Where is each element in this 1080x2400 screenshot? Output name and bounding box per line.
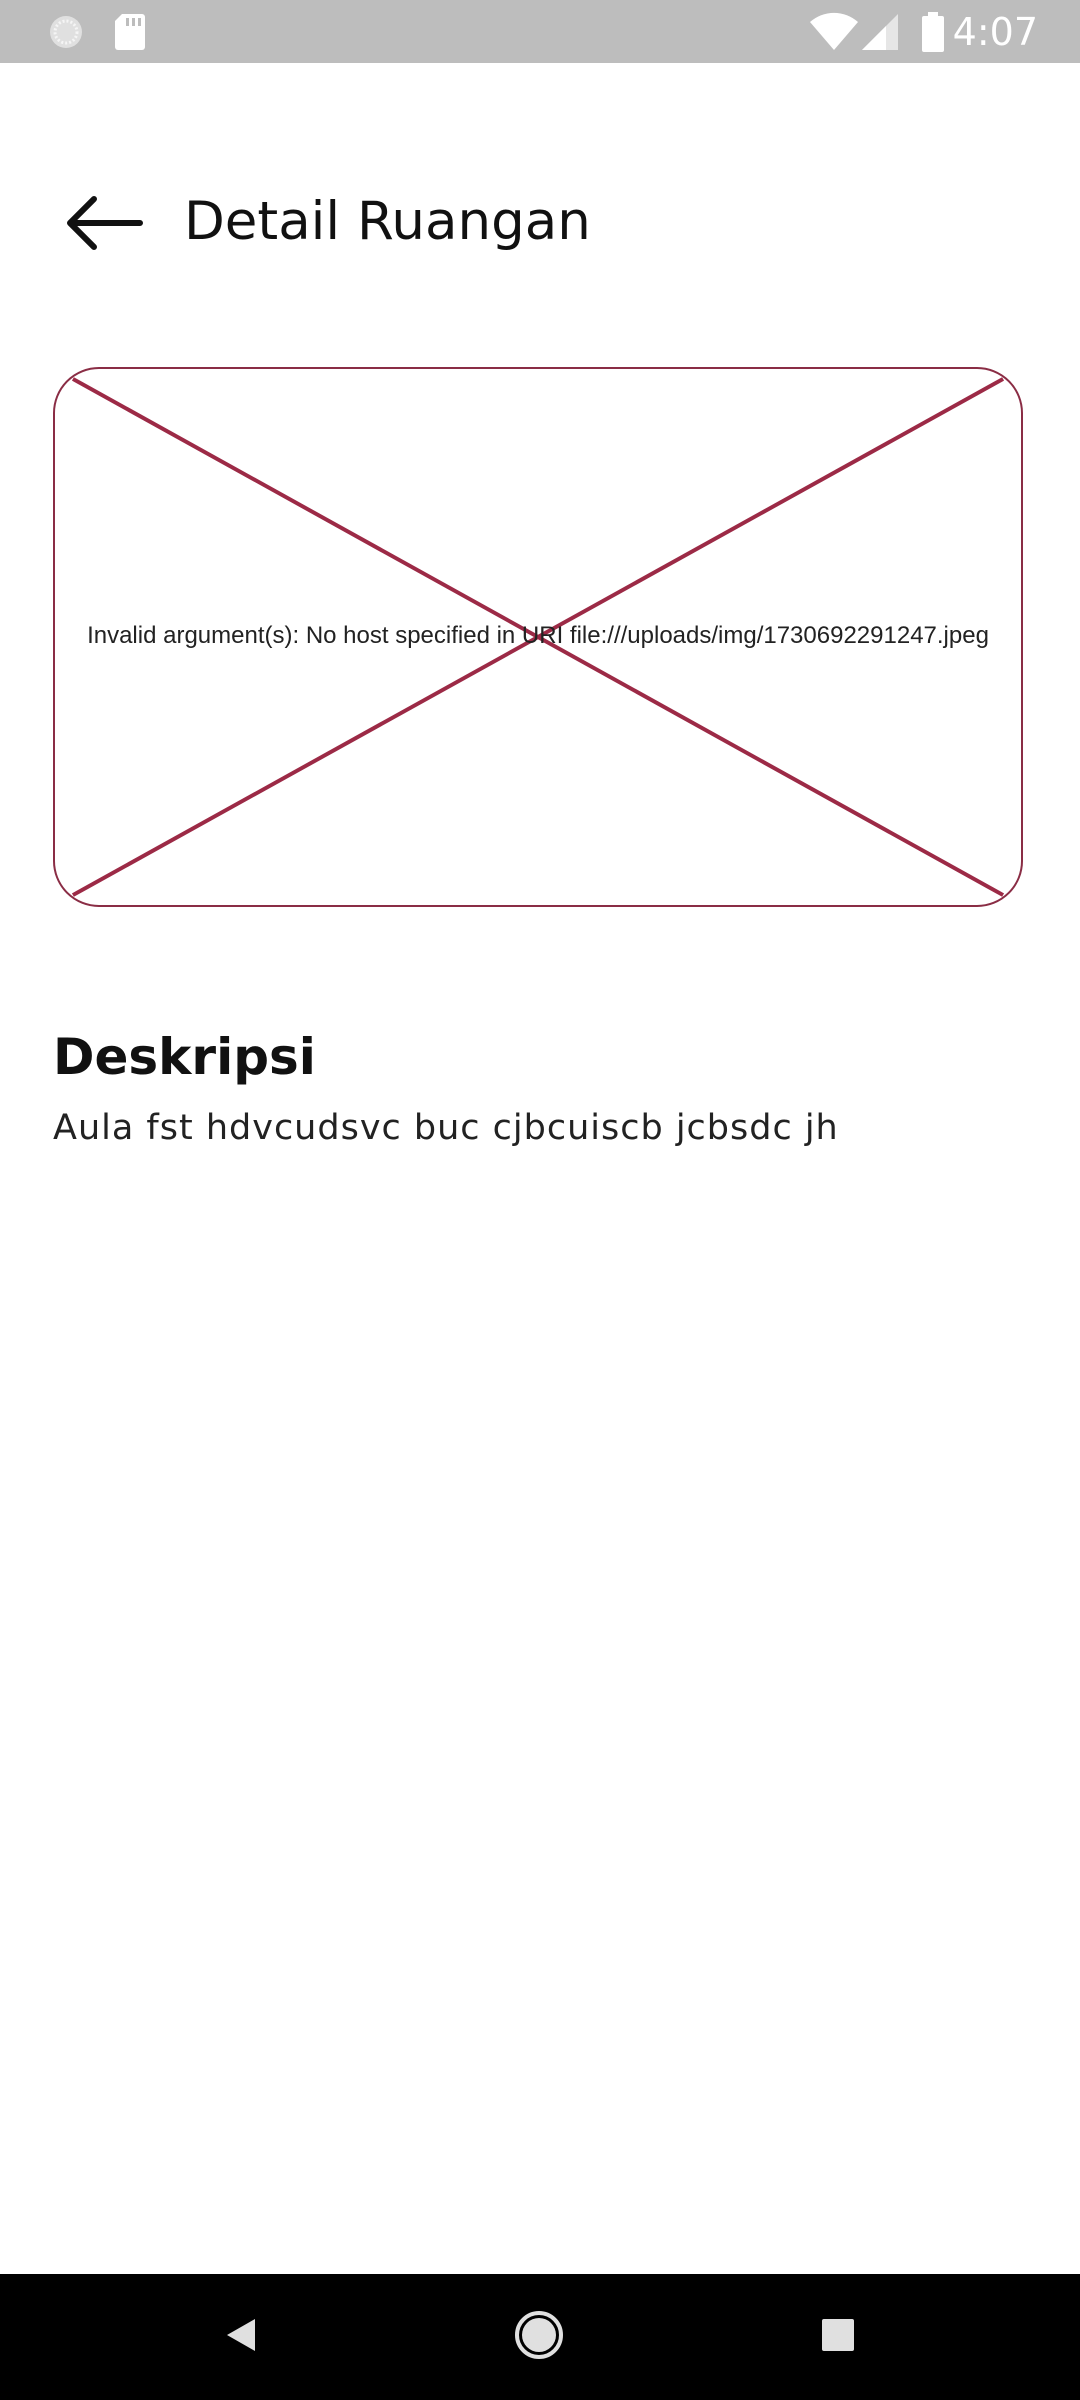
recents-square-icon bbox=[820, 2317, 856, 2358]
status-bar: 4:07 bbox=[0, 0, 1080, 63]
system-nav-bar bbox=[0, 2274, 1080, 2400]
description-text: Aula fst hdvcudsvc buc cjbcuiscb jcbsdc … bbox=[53, 1108, 839, 1148]
page-title: Detail Ruangan bbox=[184, 191, 591, 252]
room-image-placeholder: Invalid argument(s): No host specified i… bbox=[53, 367, 1023, 907]
app-bar: Detail Ruangan bbox=[0, 63, 1080, 355]
wifi-icon bbox=[810, 12, 858, 55]
battery-icon bbox=[922, 12, 944, 57]
home-circle-icon bbox=[513, 2309, 565, 2366]
screen: 4:07 Detail Ruangan Invalid argument(s):… bbox=[0, 0, 1080, 2400]
sd-card-icon bbox=[114, 12, 146, 55]
description-heading: Deskripsi bbox=[53, 1028, 316, 1086]
back-triangle-icon bbox=[221, 2315, 261, 2360]
arrow-back-icon bbox=[64, 193, 144, 258]
back-button[interactable] bbox=[52, 173, 156, 277]
cellular-signal-icon bbox=[862, 14, 898, 55]
image-error-message: Invalid argument(s): No host specified i… bbox=[87, 622, 989, 649]
notification-circle-icon bbox=[48, 14, 84, 55]
status-time: 4:07 bbox=[952, 10, 1038, 54]
nav-home-button[interactable] bbox=[506, 2304, 572, 2370]
nav-recents-button[interactable] bbox=[805, 2304, 871, 2370]
nav-back-button[interactable] bbox=[208, 2304, 274, 2370]
